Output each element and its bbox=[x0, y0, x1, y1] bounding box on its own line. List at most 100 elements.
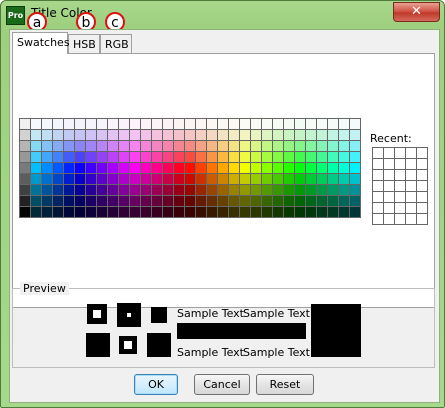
swatch-cell[interactable] bbox=[196, 196, 206, 206]
swatch-cell[interactable] bbox=[97, 196, 107, 206]
swatch-cell[interactable] bbox=[317, 207, 327, 217]
swatch-cell[interactable] bbox=[163, 207, 173, 217]
tab-rgb[interactable]: RGB bbox=[100, 34, 132, 53]
swatch-cell[interactable] bbox=[75, 119, 85, 129]
swatch-cell[interactable] bbox=[339, 196, 349, 206]
recent-swatch-cell[interactable] bbox=[395, 170, 405, 180]
swatch-cell[interactable] bbox=[152, 174, 162, 184]
swatch-cell[interactable] bbox=[108, 207, 118, 217]
swatch-cell[interactable] bbox=[31, 163, 41, 173]
swatch-cell[interactable] bbox=[75, 141, 85, 151]
swatch-cell[interactable] bbox=[141, 141, 151, 151]
recent-swatch-cell[interactable] bbox=[395, 214, 405, 224]
swatch-cell[interactable] bbox=[108, 130, 118, 140]
swatch-cell[interactable] bbox=[141, 152, 151, 162]
swatch-cell[interactable] bbox=[31, 152, 41, 162]
swatch-cell[interactable] bbox=[273, 119, 283, 129]
swatch-cell[interactable] bbox=[108, 119, 118, 129]
recent-swatch-cell[interactable] bbox=[406, 214, 416, 224]
swatch-cell[interactable] bbox=[53, 141, 63, 151]
recent-swatch-cell[interactable] bbox=[395, 159, 405, 169]
swatch-cell[interactable] bbox=[218, 174, 228, 184]
swatch-cell[interactable] bbox=[262, 141, 272, 151]
recent-swatch-cell[interactable] bbox=[384, 203, 394, 213]
swatch-cell[interactable] bbox=[262, 207, 272, 217]
swatch-cell[interactable] bbox=[75, 163, 85, 173]
swatch-cell[interactable] bbox=[295, 163, 305, 173]
swatch-cell[interactable] bbox=[251, 152, 261, 162]
swatch-cell[interactable] bbox=[20, 141, 30, 151]
swatch-cell[interactable] bbox=[163, 141, 173, 151]
swatch-cell[interactable] bbox=[229, 152, 239, 162]
swatch-cell[interactable] bbox=[42, 207, 52, 217]
swatch-cell[interactable] bbox=[350, 152, 360, 162]
swatch-cell[interactable] bbox=[141, 130, 151, 140]
swatch-cell[interactable] bbox=[42, 196, 52, 206]
swatch-cell[interactable] bbox=[141, 185, 151, 195]
swatch-cell[interactable] bbox=[185, 141, 195, 151]
recent-swatches[interactable] bbox=[372, 147, 428, 225]
swatch-cell[interactable] bbox=[262, 196, 272, 206]
swatch-cell[interactable] bbox=[119, 163, 129, 173]
ok-button[interactable]: OK bbox=[134, 374, 178, 395]
recent-swatch-cell[interactable] bbox=[384, 170, 394, 180]
swatch-cell[interactable] bbox=[328, 130, 338, 140]
recent-swatch-cell[interactable] bbox=[406, 203, 416, 213]
swatch-cell[interactable] bbox=[229, 196, 239, 206]
swatch-cell[interactable] bbox=[152, 119, 162, 129]
recent-swatch-cell[interactable] bbox=[373, 159, 383, 169]
swatch-cell[interactable] bbox=[119, 174, 129, 184]
swatch-cell[interactable] bbox=[185, 174, 195, 184]
swatch-cell[interactable] bbox=[306, 207, 316, 217]
swatch-cell[interactable] bbox=[317, 174, 327, 184]
swatch-cell[interactable] bbox=[86, 130, 96, 140]
tab-swatches[interactable]: Swatches bbox=[12, 32, 70, 54]
swatch-cell[interactable] bbox=[306, 163, 316, 173]
swatch-cell[interactable] bbox=[141, 207, 151, 217]
swatch-cell[interactable] bbox=[196, 207, 206, 217]
tab-hsb[interactable]: HSB bbox=[68, 34, 100, 53]
swatch-cell[interactable] bbox=[240, 185, 250, 195]
swatch-cell[interactable] bbox=[141, 119, 151, 129]
swatch-cell[interactable] bbox=[218, 163, 228, 173]
swatch-cell[interactable] bbox=[53, 119, 63, 129]
swatch-cell[interactable] bbox=[53, 207, 63, 217]
swatch-cell[interactable] bbox=[75, 152, 85, 162]
swatch-cell[interactable] bbox=[240, 130, 250, 140]
swatch-cell[interactable] bbox=[185, 196, 195, 206]
recent-swatch-cell[interactable] bbox=[373, 214, 383, 224]
swatch-cell[interactable] bbox=[218, 207, 228, 217]
swatch-cell[interactable] bbox=[20, 207, 30, 217]
swatch-cell[interactable] bbox=[86, 207, 96, 217]
swatch-cell[interactable] bbox=[306, 196, 316, 206]
swatch-cell[interactable] bbox=[328, 119, 338, 129]
swatch-cell[interactable] bbox=[64, 207, 74, 217]
swatch-cell[interactable] bbox=[273, 163, 283, 173]
recent-swatch-cell[interactable] bbox=[406, 170, 416, 180]
swatch-cell[interactable] bbox=[75, 174, 85, 184]
swatch-cell[interactable] bbox=[64, 152, 74, 162]
swatch-cell[interactable] bbox=[262, 174, 272, 184]
swatch-cell[interactable] bbox=[53, 130, 63, 140]
close-button[interactable]: ✕ bbox=[393, 2, 440, 22]
recent-swatch-cell[interactable] bbox=[395, 148, 405, 158]
swatch-cell[interactable] bbox=[273, 174, 283, 184]
swatch-cell[interactable] bbox=[42, 174, 52, 184]
swatch-cell[interactable] bbox=[130, 207, 140, 217]
swatch-cell[interactable] bbox=[53, 152, 63, 162]
swatch-cell[interactable] bbox=[86, 119, 96, 129]
swatch-cell[interactable] bbox=[229, 130, 239, 140]
swatch-cell[interactable] bbox=[306, 141, 316, 151]
swatch-cell[interactable] bbox=[284, 185, 294, 195]
recent-swatch-cell[interactable] bbox=[384, 148, 394, 158]
swatch-cell[interactable] bbox=[174, 207, 184, 217]
swatch-cell[interactable] bbox=[196, 119, 206, 129]
swatch-cell[interactable] bbox=[163, 130, 173, 140]
swatch-cell[interactable] bbox=[251, 196, 261, 206]
swatch-cell[interactable] bbox=[196, 141, 206, 151]
swatch-cell[interactable] bbox=[240, 207, 250, 217]
swatch-cell[interactable] bbox=[295, 196, 305, 206]
swatch-cell[interactable] bbox=[174, 152, 184, 162]
swatch-cell[interactable] bbox=[273, 130, 283, 140]
swatch-cell[interactable] bbox=[119, 141, 129, 151]
